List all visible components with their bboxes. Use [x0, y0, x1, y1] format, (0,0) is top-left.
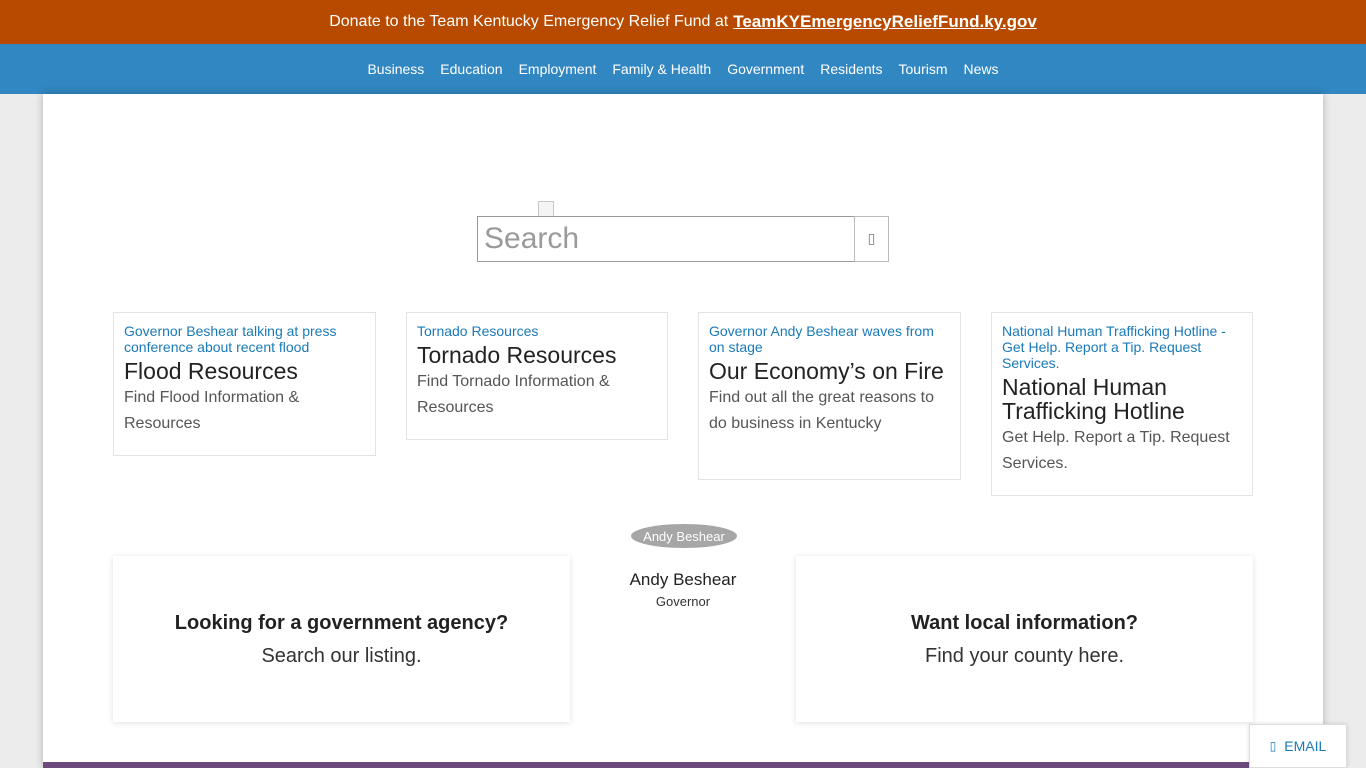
search-button[interactable]: ▯ — [854, 216, 889, 262]
agency-heading: Looking for a government agency? — [174, 612, 509, 634]
top-navigation: Business Education Employment Family & H… — [0, 44, 1366, 94]
card-title[interactable]: Tornado Resources — [417, 343, 657, 367]
agency-listing-card[interactable]: Looking for a government agency? Search … — [113, 556, 570, 722]
card-description: Find Flood Information & Resources — [124, 389, 300, 432]
card-image-alt: National Human Trafficking Hotline - Get… — [1002, 323, 1226, 371]
governor-avatar-alt: Andy Beshear — [643, 528, 725, 544]
donate-banner: Donate to the Team Kentucky Emergency Re… — [0, 0, 1366, 44]
card-image-alt: Governor Beshear talking at press confer… — [124, 323, 337, 355]
card-title[interactable]: National Human Trafficking Hotline — [1002, 375, 1242, 423]
nav-item-news[interactable]: News — [964, 61, 999, 77]
card-economy[interactable]: Governor Andy Beshear waves from on stag… — [698, 312, 961, 480]
card-description: Get Help. Report a Tip. Request Services… — [1002, 429, 1230, 472]
agency-subtext: Search our listing. — [261, 645, 422, 667]
nav-item-residents[interactable]: Residents — [820, 61, 882, 77]
nav-item-government[interactable]: Government — [727, 61, 804, 77]
footer-bar — [43, 762, 1323, 768]
search-icon: ▯ — [867, 231, 876, 247]
card-title[interactable]: Our Economy’s on Fire — [709, 359, 950, 383]
card-description: Find out all the great reasons to do bus… — [709, 389, 935, 432]
card-tornado-resources[interactable]: Tornado Resources Tornado Resources Find… — [406, 312, 668, 440]
nav-item-tourism[interactable]: Tourism — [899, 61, 948, 77]
local-info-card[interactable]: Want local information? Find your county… — [796, 556, 1253, 722]
nav-item-employment[interactable]: Employment — [519, 61, 597, 77]
governor-avatar: Andy Beshear — [631, 524, 737, 548]
email-button-label: EMAIL — [1284, 738, 1327, 754]
search-input[interactable] — [477, 216, 854, 262]
local-heading: Want local information? — [910, 612, 1139, 634]
banner-text: Donate to the Team Kentucky Emergency Re… — [329, 13, 729, 30]
envelope-icon: ▯ — [1269, 739, 1277, 753]
local-subtext: Find your county here. — [925, 645, 1124, 667]
relief-fund-link[interactable]: TeamKYEmergencyReliefFund.ky.gov — [733, 12, 1037, 32]
email-button[interactable]: ▯ EMAIL — [1249, 724, 1347, 768]
card-title[interactable]: Flood Resources — [124, 359, 365, 383]
card-image-alt: Tornado Resources — [417, 323, 539, 339]
main-content: ▯ Governor Beshear talking at press conf… — [43, 94, 1323, 768]
broken-logo-image — [538, 201, 554, 217]
nav-item-education[interactable]: Education — [440, 61, 502, 77]
governor-title: Governor — [655, 594, 711, 609]
governor-name: Andy Beshear — [629, 570, 737, 589]
card-image-alt: Governor Andy Beshear waves from on stag… — [709, 323, 934, 355]
card-trafficking-hotline[interactable]: National Human Trafficking Hotline - Get… — [991, 312, 1253, 496]
nav-item-business[interactable]: Business — [367, 61, 424, 77]
nav-item-family-health[interactable]: Family & Health — [612, 61, 711, 77]
search-form: ▯ — [477, 216, 889, 262]
card-flood-resources[interactable]: Governor Beshear talking at press confer… — [113, 312, 376, 456]
card-description: Find Tornado Information & Resources — [417, 373, 610, 416]
